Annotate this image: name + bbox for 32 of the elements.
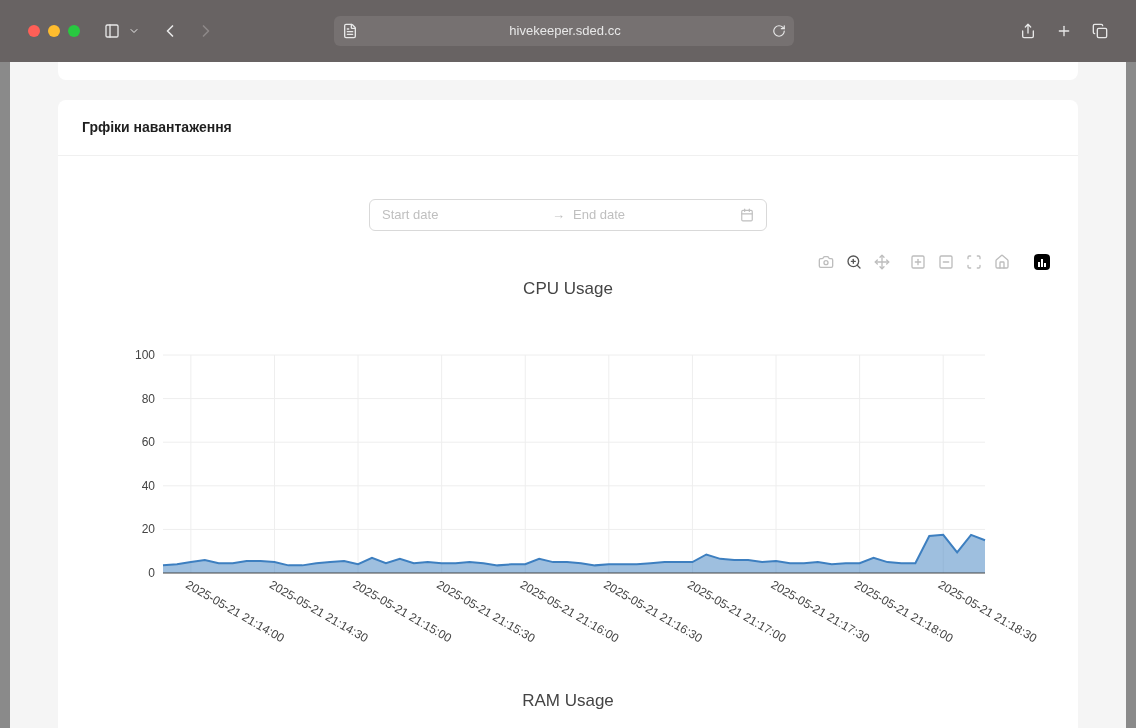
- zoom-in-icon[interactable]: [910, 254, 926, 270]
- share-icon[interactable]: [1020, 23, 1036, 39]
- end-date-placeholder: End date: [573, 206, 627, 225]
- new-tab-icon[interactable]: [1056, 23, 1072, 39]
- pan-icon[interactable]: [874, 254, 890, 270]
- logo-icon[interactable]: [1034, 254, 1050, 270]
- zoom-out-icon[interactable]: [938, 254, 954, 270]
- home-icon[interactable]: [994, 254, 1010, 270]
- camera-icon[interactable]: [818, 254, 834, 270]
- y-tick-label: 60: [141, 434, 155, 449]
- y-tick-label: 20: [141, 521, 155, 536]
- tabs-overview-icon[interactable]: [1092, 23, 1108, 39]
- zoom-icon[interactable]: [846, 254, 862, 270]
- page-icon: [342, 23, 358, 39]
- card-title: Грфіки навантаження: [82, 118, 232, 137]
- range-arrow: →: [552, 206, 565, 225]
- y-tick-label: 0: [148, 565, 155, 580]
- close-button[interactable]: [28, 25, 40, 37]
- sidebar-icon[interactable]: [104, 23, 120, 39]
- chart-title: CPU Usage: [523, 278, 613, 300]
- y-tick-label: 80: [141, 391, 155, 406]
- reload-icon[interactable]: [772, 24, 786, 38]
- chart-title: RAM Usage: [522, 689, 614, 712]
- start-date-placeholder: Start date: [382, 206, 440, 225]
- zoom-button[interactable]: [68, 25, 80, 37]
- address-bar[interactable]: hivekeeper.sded.cc: [334, 16, 794, 46]
- y-tick-label: 100: [134, 347, 155, 362]
- minimize-button[interactable]: [48, 25, 60, 37]
- calendar-icon: [740, 208, 754, 222]
- y-tick-label: 40: [141, 478, 155, 493]
- autoscale-icon[interactable]: [966, 254, 982, 270]
- address-text: hivekeeper.sded.cc: [508, 22, 622, 41]
